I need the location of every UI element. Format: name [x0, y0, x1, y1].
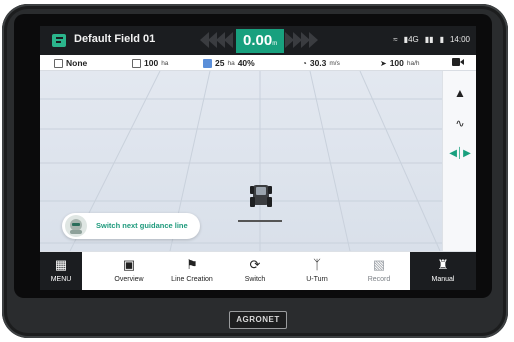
switch-button[interactable]: ⟳ Switch [226, 252, 284, 290]
robot-icon [65, 215, 87, 237]
u-turn-label: U-Turn [306, 276, 328, 283]
gnss-signal-icon: ▮ [439, 35, 444, 44]
worked-percent: 40% [237, 58, 255, 68]
efficiency-info: ➤ 100 ha/h [380, 58, 420, 68]
brand-logo: AGRONET [229, 311, 287, 329]
overview-label: Overview [114, 276, 144, 283]
line-creation-icon: ⚑ [186, 257, 198, 272]
work-speed-value: 30.3 [309, 58, 327, 68]
u-turn-button[interactable]: ᛉ U-Turn [288, 252, 346, 290]
field-area-unit: ha [161, 59, 169, 67]
wifi-icon: ≈ [393, 35, 398, 44]
overview-icon: ▣ [122, 257, 136, 272]
u-turn-icon: ᛉ [313, 257, 321, 272]
record-label: Record [367, 276, 391, 283]
worked-area-unit: ha [227, 59, 235, 67]
rocket-icon: ➤ [380, 58, 387, 68]
switch-icon: ⟳ [249, 257, 261, 272]
speedometer-icon: ◔ [302, 58, 307, 68]
cellular-signal-icon: ▮4G [403, 35, 419, 44]
guidance-toast[interactable]: Switch next guidance line [62, 213, 200, 239]
camera-icon [452, 58, 464, 66]
system-status: ≈ ▮4G ▮▮ ▮ 14:00 [393, 35, 470, 44]
clock: 14:00 [449, 35, 470, 44]
top-status-bar: Default Field 01 0.00m ≈ ▮4G ▮▮ ▮ 14:00 [40, 26, 476, 55]
implement-value: None [66, 58, 88, 68]
area-icon [132, 58, 141, 68]
speed-right-chevrons [285, 32, 318, 48]
manual-button[interactable]: ♜ Manual [410, 252, 476, 290]
manual-label: Manual [431, 276, 455, 283]
speed-info: ◔ 30.3 m/s [302, 58, 340, 68]
camera-button[interactable] [452, 57, 464, 67]
navigation-arrow-icon: ▲ [454, 86, 466, 100]
tractor-icon [250, 185, 272, 207]
implement-info[interactable]: None [54, 58, 87, 68]
implement-icon [54, 58, 63, 68]
field-name[interactable]: Default Field 01 [74, 33, 155, 45]
navigation-button[interactable]: ▲ [450, 83, 470, 103]
right-toolbar: ▲ ∿ ◀│▶ [442, 71, 476, 251]
field-info-bar: None 100 ha 25 ha 40% ◔ 30.3 m/s ➤ 100 h… [40, 55, 476, 71]
grid-icon: ▦ [54, 257, 68, 272]
record-icon: ▧ [372, 257, 386, 272]
switch-label: Switch [244, 276, 266, 283]
efficiency-unit: ha/h [406, 59, 420, 67]
worked-area-info: 25 ha 40% [203, 58, 255, 68]
toast-message: Switch next guidance line [96, 221, 188, 230]
shift-line-icon: ◀│▶ [449, 147, 471, 159]
speed-unit: m [272, 41, 278, 47]
field-icon[interactable] [52, 34, 66, 47]
route-icon: ∿ [455, 117, 465, 130]
screen: Default Field 01 0.00m ≈ ▮4G ▮▮ ▮ 14:00 … [40, 26, 476, 290]
overview-button[interactable]: ▣ Overview [98, 252, 160, 290]
work-speed-unit: m/s [329, 59, 340, 67]
menu-label: MENU [50, 276, 72, 283]
record-button[interactable]: ▧ Record [350, 252, 408, 290]
line-creation-label: Line Creation [171, 276, 213, 283]
manual-icon: ♜ [437, 257, 449, 272]
bottom-menu-bar: ▦ MENU ▣ Overview ⚑ Line Creation ⟳ Swit… [40, 251, 476, 290]
speed-display: 0.00m [236, 29, 284, 53]
efficiency-value: 100 [389, 58, 404, 68]
implement-bar [238, 220, 282, 222]
route-button[interactable]: ∿ [450, 113, 470, 133]
field-area-info: 100 ha [132, 58, 168, 68]
worked-area-icon [203, 58, 212, 68]
field-area-value: 100 [144, 58, 159, 68]
menu-button[interactable]: ▦ MENU [40, 252, 82, 290]
speed-value: 0.00 [243, 32, 273, 49]
line-creation-button[interactable]: ⚑ Line Creation [162, 252, 222, 290]
worked-area-value: 25 [215, 58, 225, 68]
speed-left-chevrons [200, 32, 233, 48]
shift-line-button[interactable]: ◀│▶ [449, 143, 471, 163]
rtk-signal-icon: ▮▮ [424, 35, 434, 44]
